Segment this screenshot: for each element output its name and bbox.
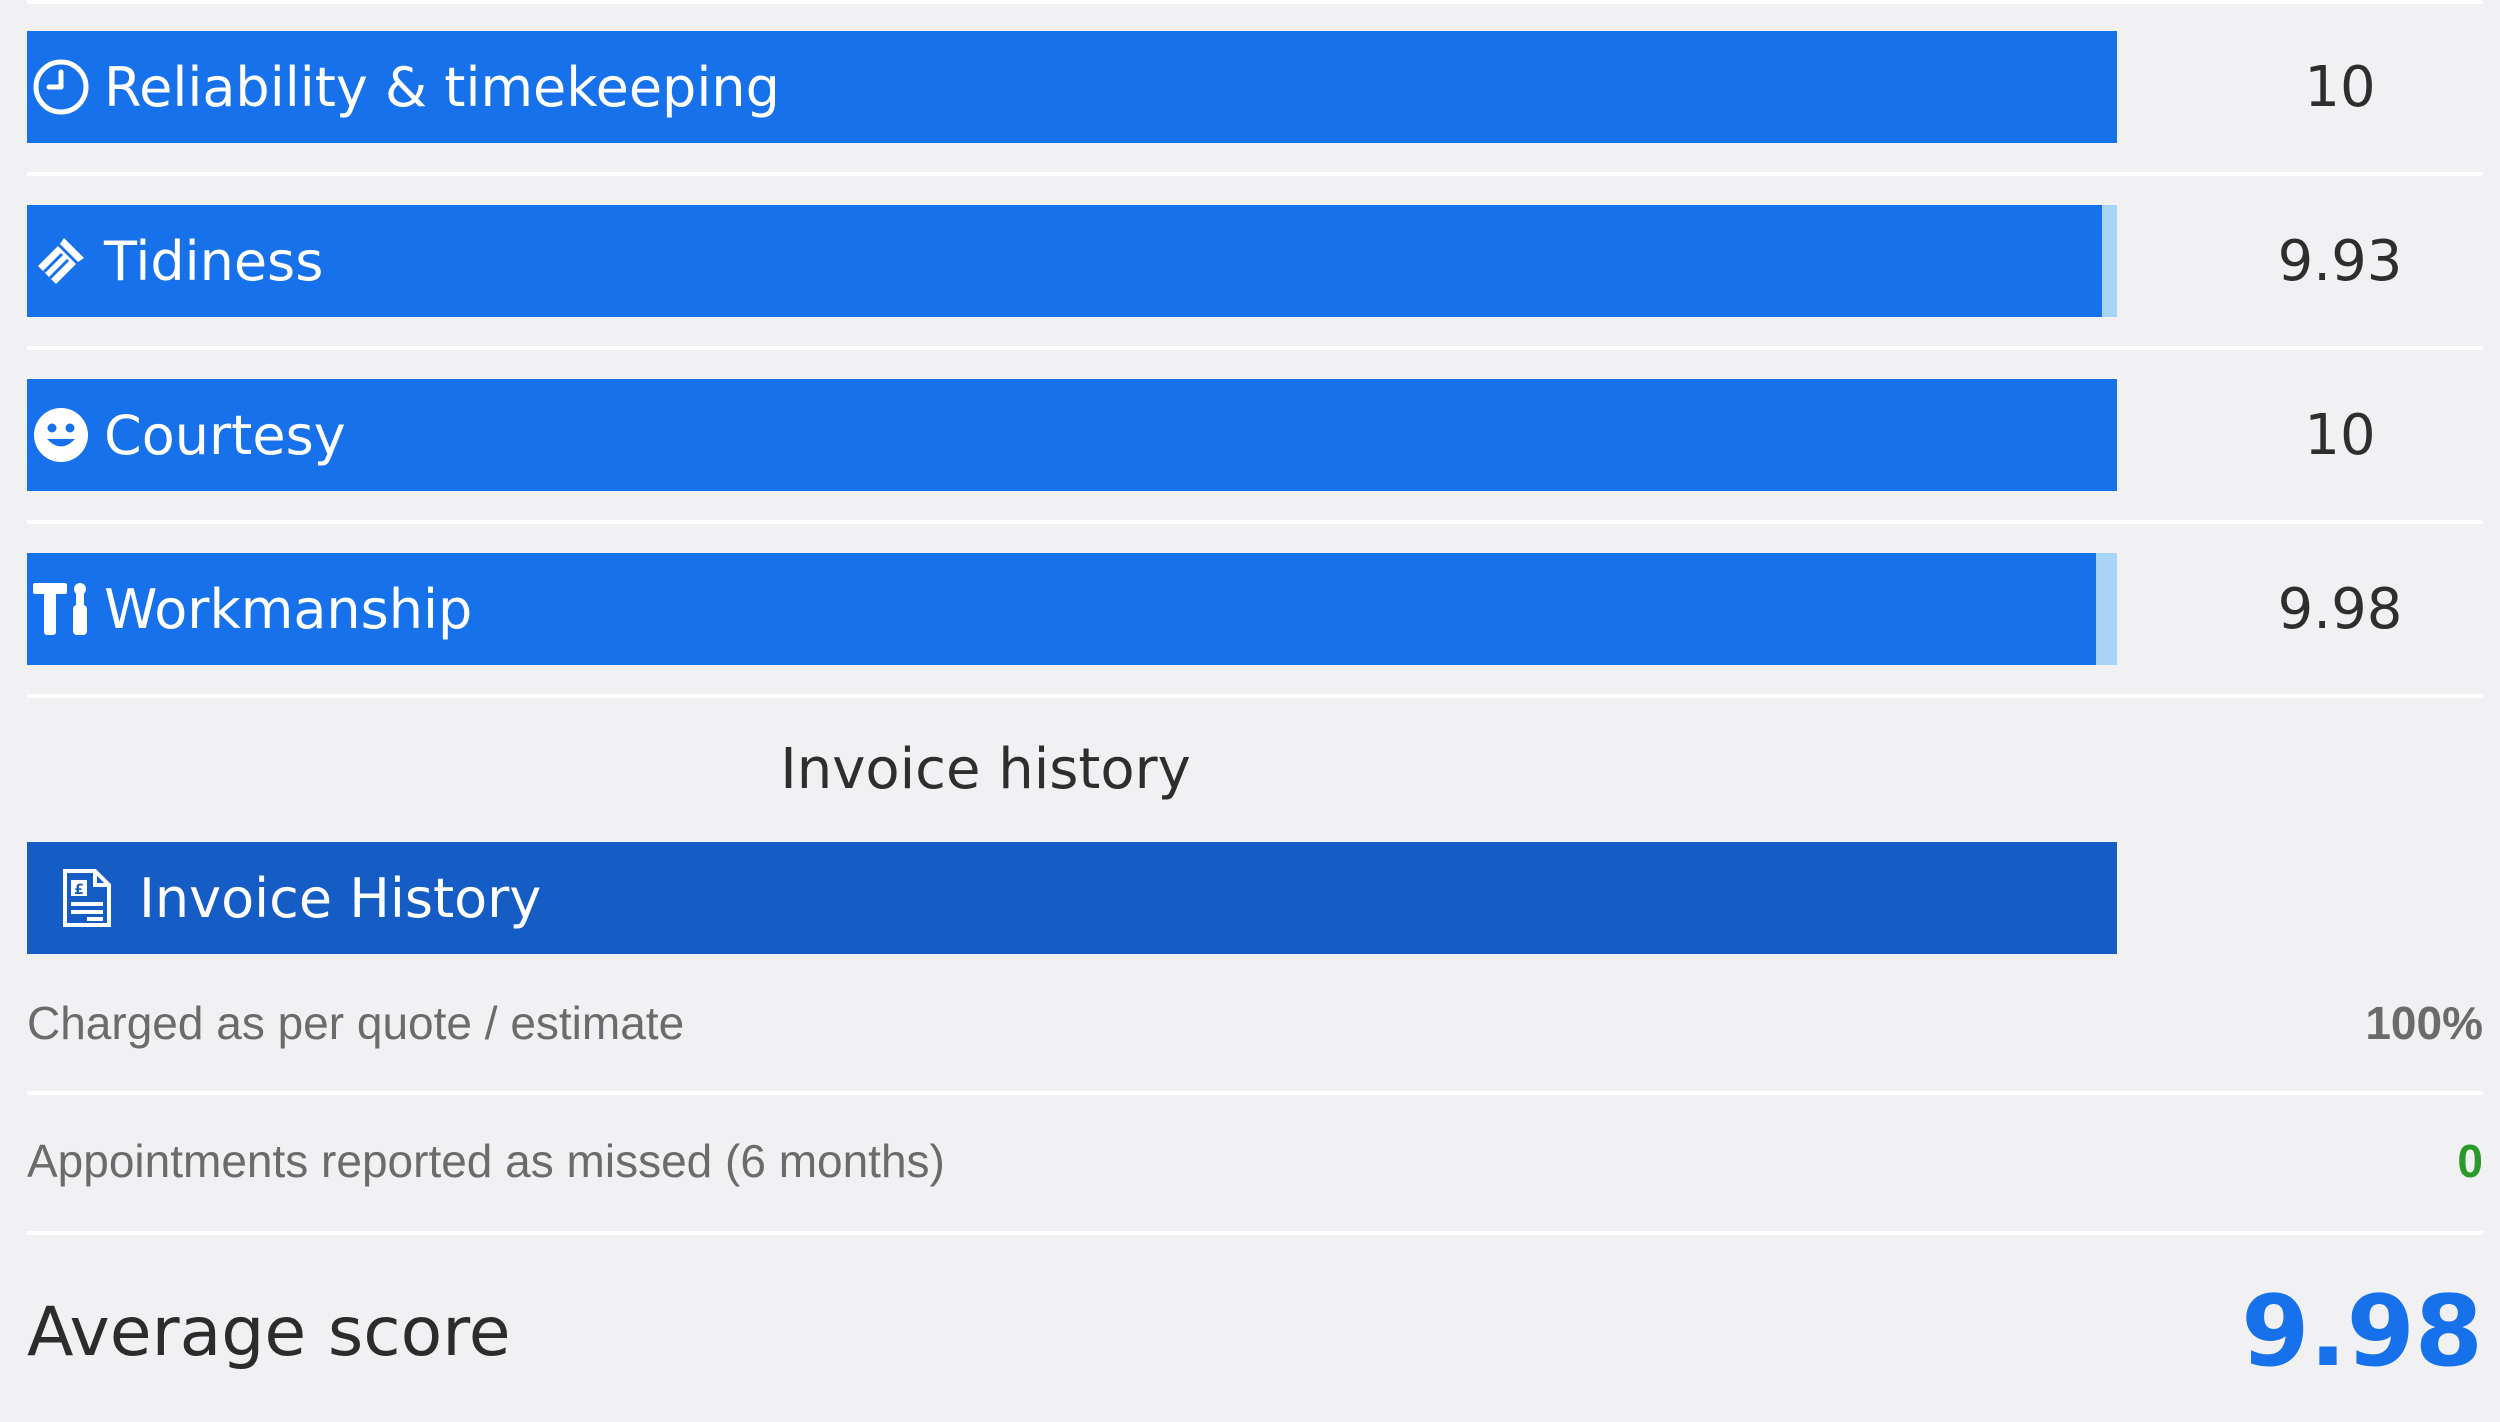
row-divider bbox=[27, 520, 2483, 524]
stat-value-quote: 100% bbox=[2365, 997, 2483, 1049]
score-label-courtesy: Courtesy bbox=[104, 403, 346, 467]
average-score-label: Average score bbox=[27, 1292, 511, 1372]
score-row-tidiness: Tidiness 9.93 bbox=[0, 205, 2500, 317]
score-row-courtesy: Courtesy 10 bbox=[0, 379, 2500, 491]
row-divider bbox=[27, 172, 2483, 176]
row-divider bbox=[27, 694, 2483, 698]
stat-value-missed: 0 bbox=[2457, 1135, 2483, 1187]
score-label-workmanship: Workmanship bbox=[104, 577, 473, 641]
invoice-history-label: Invoice History bbox=[139, 866, 542, 930]
score-bar-fill bbox=[27, 205, 2103, 317]
score-value-reliability: 10 bbox=[2304, 54, 2376, 120]
average-score-value: 9.98 bbox=[2241, 1275, 2483, 1389]
stat-row-missed: Appointments reported as missed (6 month… bbox=[27, 1111, 2483, 1211]
stat-row-quote: Charged as per quote / estimate 100% bbox=[27, 973, 2483, 1073]
score-row-reliability: Reliability & timekeeping 10 bbox=[0, 31, 2500, 143]
score-bar-content: Courtesy bbox=[30, 379, 346, 491]
score-bar-content: Workmanship bbox=[30, 553, 472, 665]
broom-icon bbox=[30, 230, 92, 292]
score-label-reliability: Reliability & timekeeping bbox=[104, 55, 780, 119]
score-bar-content: Reliability & timekeeping bbox=[30, 31, 780, 143]
row-divider bbox=[27, 1231, 2483, 1235]
tools-icon bbox=[30, 578, 92, 640]
clock-icon bbox=[30, 56, 92, 118]
score-bar-content: Tidiness bbox=[30, 205, 323, 317]
score-row-workmanship: Workmanship 9.98 bbox=[0, 553, 2500, 665]
svg-text:£: £ bbox=[74, 882, 84, 898]
top-divider bbox=[27, 0, 2483, 4]
score-value-courtesy: 10 bbox=[2304, 402, 2376, 468]
stat-label-quote: Charged as per quote / estimate bbox=[27, 997, 685, 1049]
stat-label-missed: Appointments reported as missed (6 month… bbox=[27, 1135, 945, 1187]
invoice-icon: £ bbox=[55, 867, 117, 929]
score-value-tidiness: 9.93 bbox=[2277, 228, 2403, 294]
average-score-row: Average score 9.98 bbox=[27, 1262, 2483, 1402]
ratings-panel: Reliability & timekeeping 10 Tidiness 9.… bbox=[0, 0, 2500, 1422]
invoice-section-title: Invoice history bbox=[780, 737, 1191, 802]
invoice-history-button[interactable]: £ Invoice History bbox=[27, 842, 2117, 954]
score-bar-track bbox=[27, 205, 2117, 317]
score-label-tidiness: Tidiness bbox=[104, 229, 324, 293]
score-value-workmanship: 9.98 bbox=[2277, 576, 2403, 642]
row-divider bbox=[27, 346, 2483, 350]
smiley-icon bbox=[30, 404, 92, 466]
row-divider bbox=[27, 1091, 2483, 1095]
